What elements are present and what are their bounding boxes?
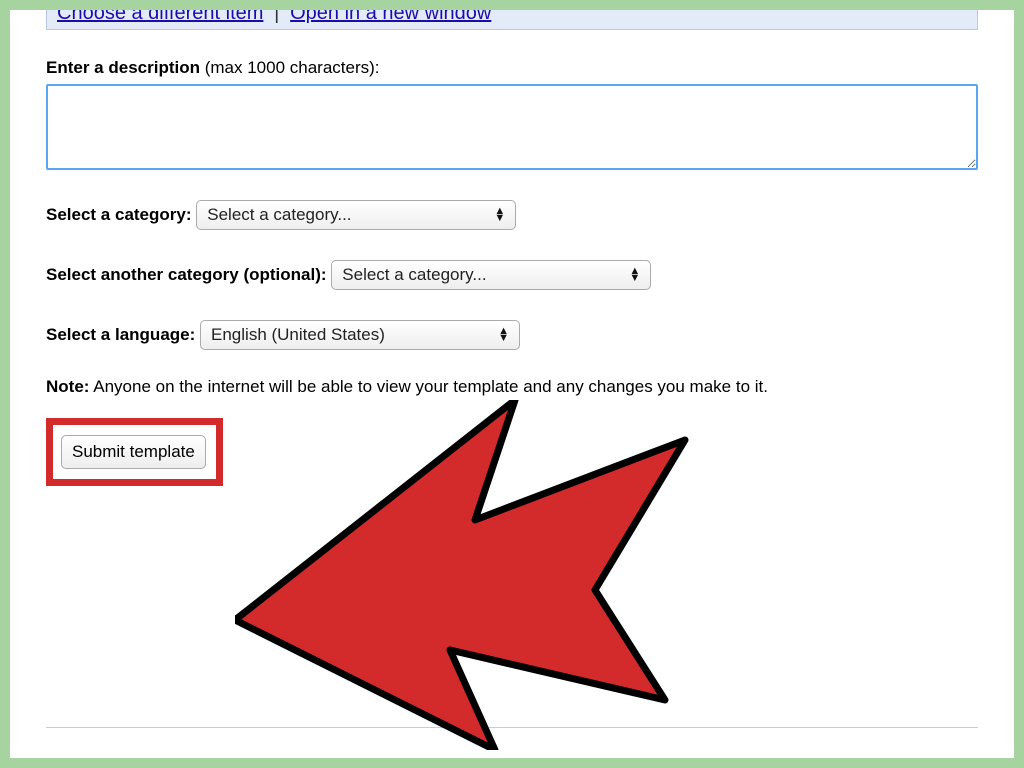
divider [46,727,978,728]
another-category-select-value: Select a category... [342,265,486,285]
annotation-arrow-icon [235,400,705,750]
submit-template-button[interactable]: Submit template [61,435,206,469]
language-select[interactable]: English (United States) ▲▼ [200,320,520,350]
another-category-label: Select another category (optional): [46,265,327,284]
category-label: Select a category: [46,205,192,224]
language-field: Select a language: English (United State… [46,314,978,350]
note-block: Note: Anyone on the internet will be abl… [46,374,978,400]
category-field: Select a category: Select a category... … [46,194,978,230]
choose-different-link[interactable]: Choose a different item [57,10,263,24]
description-field: Enter a description (max 1000 characters… [46,58,978,170]
description-textarea[interactable] [46,84,978,170]
description-hint: (max 1000 characters): [200,58,380,77]
chevron-up-down-icon: ▲▼ [494,208,505,222]
category-select-value: Select a category... [207,205,351,225]
language-label: Select a language: [46,325,195,344]
description-label: Enter a description [46,58,200,77]
link-separator: | [274,10,279,24]
open-new-window-link[interactable]: Open in a new window [290,10,491,24]
category-select[interactable]: Select a category... ▲▼ [196,200,516,230]
chevron-up-down-icon: ▲▼ [498,328,509,342]
language-select-value: English (United States) [211,325,385,345]
note-text: Anyone on the internet will be able to v… [89,377,768,396]
chevron-up-down-icon: ▲▼ [629,268,640,282]
another-category-field: Select another category (optional): Sele… [46,254,978,290]
another-category-select[interactable]: Select a category... ▲▼ [331,260,651,290]
top-links-bar: Choose a different item | Open in a new … [46,10,978,30]
submit-highlight-box: Submit template [46,418,223,486]
note-label: Note: [46,377,89,396]
